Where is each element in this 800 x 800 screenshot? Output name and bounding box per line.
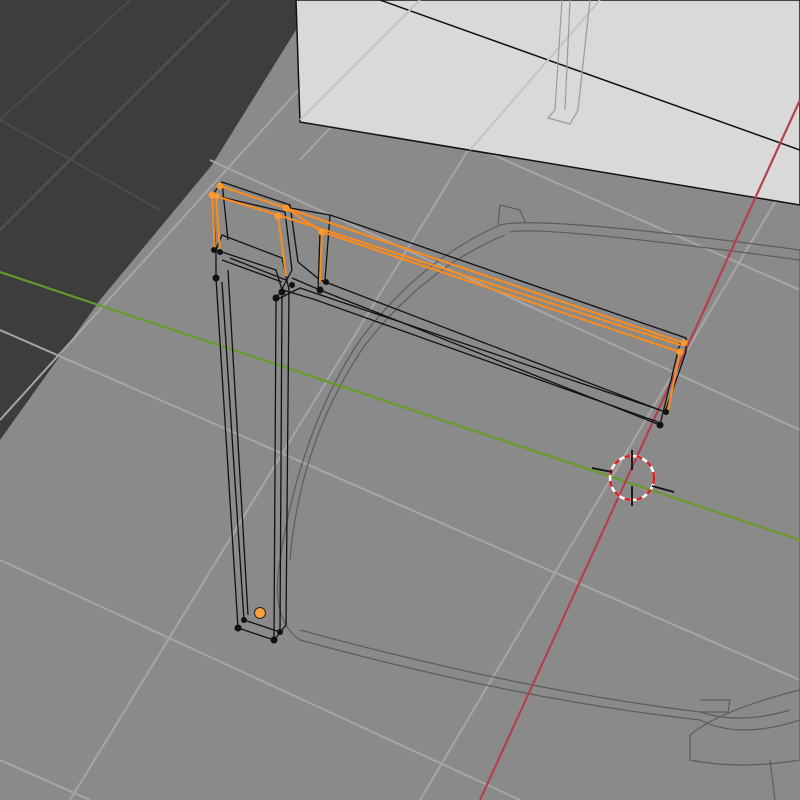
viewport-canvas[interactable] <box>0 0 800 800</box>
3d-viewport[interactable] <box>0 0 800 800</box>
active-vertex[interactable] <box>254 607 266 619</box>
